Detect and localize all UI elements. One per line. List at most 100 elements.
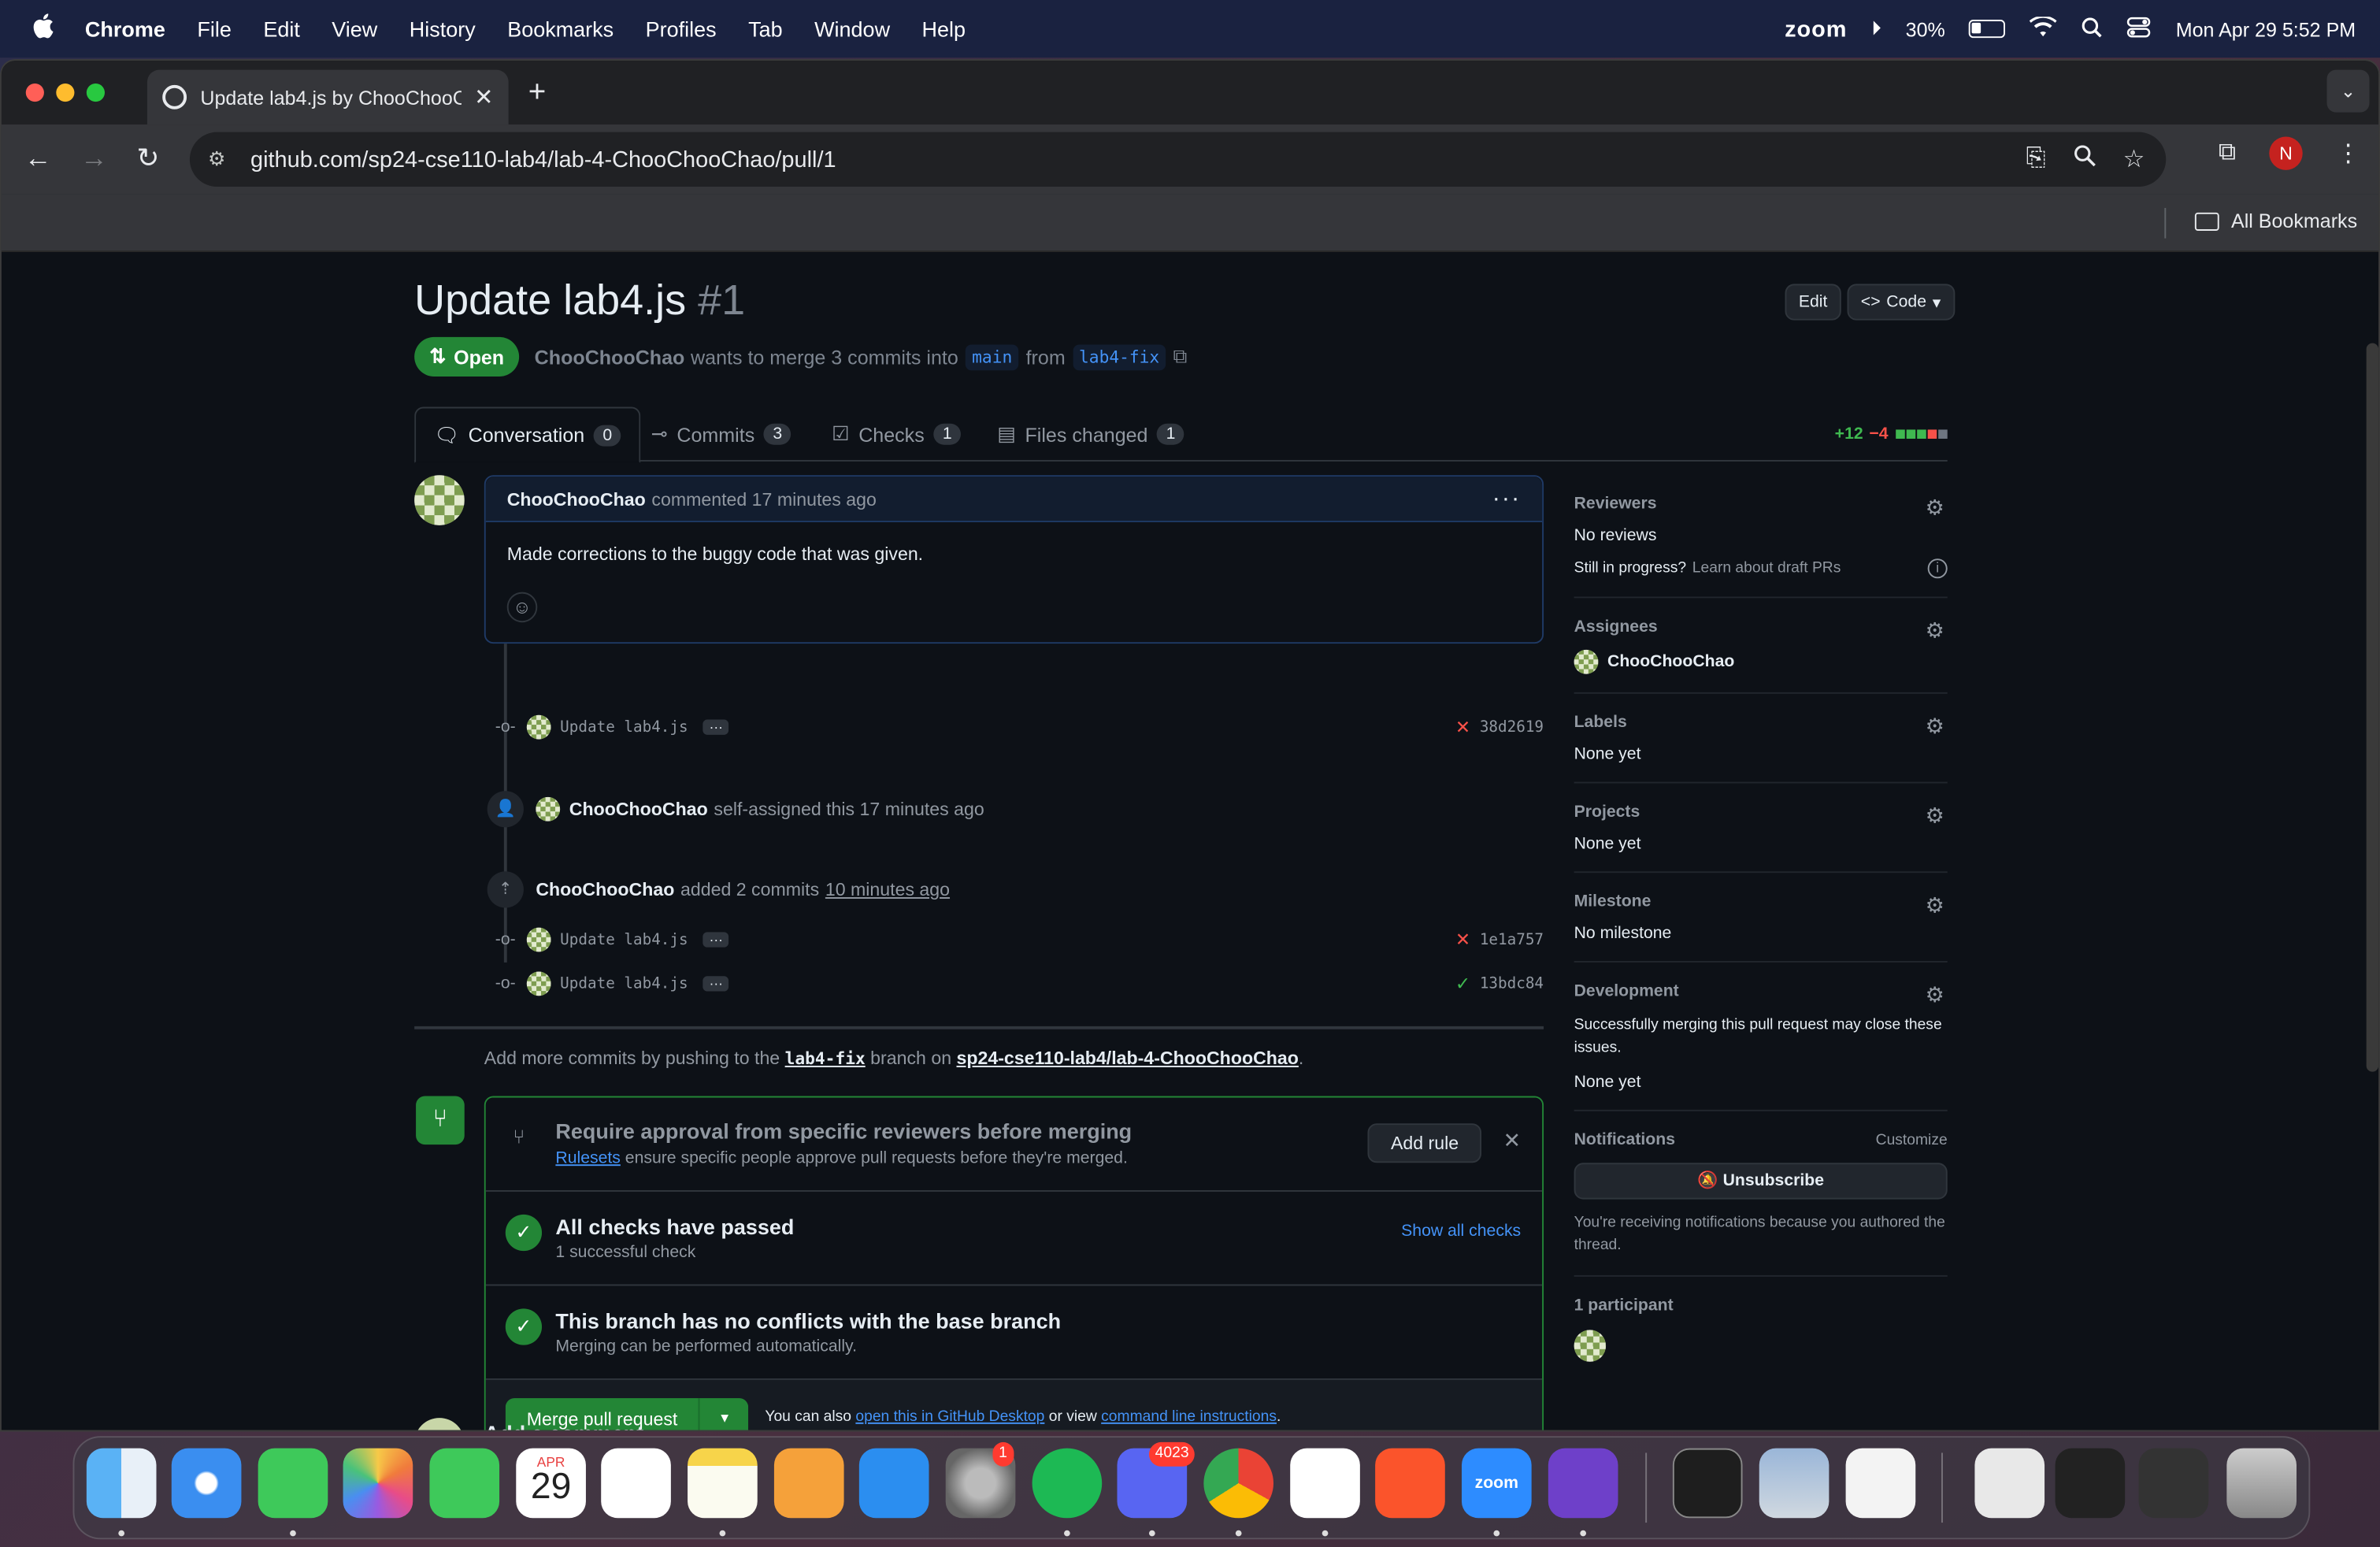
terminal-icon[interactable] — [1672, 1448, 1743, 1519]
copy-icon[interactable]: ⧉ — [1173, 344, 1188, 369]
commit-message[interactable]: Update lab4.js — [560, 975, 688, 992]
calendar-icon[interactable]: APR 29 — [516, 1448, 586, 1519]
gear-icon[interactable]: ⚙ — [1926, 714, 1944, 740]
new-tab-button[interactable]: + — [528, 76, 547, 110]
menu-profiles[interactable]: Profiles — [646, 17, 717, 41]
gear-icon[interactable]: ⚙ — [1926, 803, 1944, 829]
commit-avatar[interactable] — [526, 927, 551, 952]
apple-menu-icon[interactable] — [31, 11, 58, 46]
extensions-puzzle-icon[interactable]: ⧉ — [2219, 139, 2236, 167]
battery-icon[interactable] — [1969, 20, 2006, 39]
bookmark-star-icon[interactable]: ☆ — [2123, 144, 2145, 175]
info-icon[interactable]: i — [1927, 558, 1948, 579]
github-desktop-icon[interactable] — [1548, 1448, 1618, 1519]
trash-icon[interactable] — [2226, 1448, 2297, 1519]
comment-meta[interactable]: commented 17 minutes ago — [651, 488, 876, 510]
push-branch[interactable]: lab4-fix — [785, 1049, 866, 1069]
control-center-icon[interactable] — [2127, 16, 2152, 42]
forward-arrow-icon[interactable]: → — [80, 143, 108, 174]
menu-window[interactable]: Window — [814, 17, 890, 41]
commit-message[interactable]: Update lab4.js — [560, 931, 688, 948]
safari-icon[interactable] — [171, 1448, 242, 1519]
expand-commit-button[interactable]: ··· — [703, 976, 729, 992]
preview-icon[interactable] — [1759, 1448, 1829, 1519]
wifi-icon[interactable] — [2030, 14, 2058, 42]
commit-sha[interactable]: 13bdc84 — [1480, 975, 1544, 992]
show-all-checks-link[interactable]: Show all checks — [1401, 1222, 1521, 1240]
zoom-app-icon[interactable]: zoom — [1461, 1448, 1532, 1519]
menu-edit[interactable]: Edit — [263, 17, 299, 41]
address-bar[interactable]: ⚙ github.com/sp24-cse110-lab4/lab-4-Choo… — [189, 132, 2167, 187]
tab-checks[interactable]: ☑ Checks 1 — [814, 407, 979, 462]
page-scrollbar[interactable] — [2366, 343, 2379, 1072]
check-pass-icon[interactable]: ✓ — [1455, 973, 1470, 994]
tab-files-changed[interactable]: ▤ Files changed 1 — [979, 407, 1203, 462]
expand-commit-button[interactable]: ··· — [703, 719, 729, 735]
chrome-menu-icon[interactable]: ⋮ — [2336, 138, 2360, 169]
gear-icon[interactable]: ⚙ — [1926, 495, 1944, 521]
commit-sha[interactable]: 1e1a757 — [1480, 931, 1544, 948]
x-fail-icon[interactable]: ✕ — [1455, 717, 1470, 738]
x-fail-icon[interactable]: ✕ — [1455, 929, 1470, 951]
current-user-avatar[interactable] — [414, 1418, 465, 1430]
code-dropdown-button[interactable]: <> Code ▾ — [1847, 284, 1955, 321]
spotlight-search-icon[interactable] — [2082, 16, 2103, 42]
browser-tab-active[interactable]: Update lab4.js by ChooChooC ✕ — [146, 69, 509, 125]
reviewers-heading[interactable]: Reviewers — [1574, 495, 1948, 513]
textedit-icon[interactable] — [1845, 1448, 1916, 1519]
push-repo-link[interactable]: sp24-cse110-lab4/lab-4-ChooChooChao — [957, 1048, 1299, 1069]
notes-icon[interactable] — [688, 1448, 758, 1519]
milestone-heading[interactable]: Milestone — [1574, 892, 1948, 911]
app-store-icon[interactable] — [858, 1448, 929, 1519]
added-actor[interactable]: ChooChooChao — [536, 879, 674, 900]
projects-heading[interactable]: Projects — [1574, 803, 1948, 822]
chrome-icon[interactable] — [1203, 1448, 1274, 1519]
gear-icon[interactable]: ⚙ — [1926, 892, 1944, 918]
spotify-icon[interactable] — [1032, 1448, 1103, 1519]
zoom-window-button[interactable] — [86, 83, 105, 102]
zoom-status-item[interactable]: zoom — [1785, 16, 1847, 42]
draft-prs-link[interactable]: Learn about draft PRs — [1692, 560, 1841, 577]
menu-chrome[interactable]: Chrome — [85, 17, 165, 41]
development-heading[interactable]: Development — [1574, 982, 1948, 1000]
labels-heading[interactable]: Labels — [1574, 714, 1948, 732]
commit-avatar[interactable] — [526, 971, 551, 996]
finder-icon[interactable] — [86, 1448, 157, 1519]
vscode-icon[interactable] — [1290, 1448, 1360, 1519]
pages-icon[interactable] — [773, 1448, 844, 1519]
tab-conversation[interactable]: 🗨 Conversation 0 — [414, 406, 641, 463]
messages-icon[interactable] — [258, 1448, 328, 1519]
commit-sha[interactable]: 38d2619 — [1480, 719, 1544, 736]
menu-file[interactable]: File — [197, 17, 231, 41]
minimized-window-chrome[interactable] — [2138, 1448, 2209, 1519]
profile-avatar[interactable]: N — [2269, 136, 2303, 170]
unsubscribe-button[interactable]: 🔕 Unsubscribe — [1574, 1163, 1948, 1200]
comment-author[interactable]: ChooChooChao — [507, 488, 646, 510]
menu-view[interactable]: View — [332, 17, 377, 41]
commit-message[interactable]: Update lab4.js — [560, 719, 688, 736]
participant-avatar[interactable] — [1574, 1330, 1607, 1362]
customize-link[interactable]: Customize — [1876, 1133, 1948, 1149]
head-branch[interactable]: lab4-fix — [1073, 343, 1166, 370]
url-text[interactable]: github.com/sp24-cse110-lab4/lab-4-ChooCh… — [250, 147, 836, 173]
menu-tab[interactable]: Tab — [748, 17, 783, 41]
pr-author-link[interactable]: ChooChooChao — [535, 345, 685, 368]
gear-icon[interactable]: ⚙ — [1926, 982, 1944, 1008]
menu-bookmarks[interactable]: Bookmarks — [507, 17, 614, 41]
brave-icon[interactable] — [1375, 1448, 1445, 1519]
assignee-entry[interactable]: ChooChooChao — [1574, 649, 1948, 674]
author-avatar[interactable] — [414, 475, 465, 525]
edit-title-button[interactable]: Edit — [1785, 284, 1841, 321]
gear-icon[interactable]: ⚙ — [1926, 618, 1944, 644]
reload-icon[interactable]: ↻ — [136, 143, 159, 174]
kebab-menu-icon[interactable]: ··· — [1492, 485, 1522, 513]
added-time[interactable]: 10 minutes ago — [825, 879, 950, 900]
tab-search-chevron-icon[interactable]: ⌄ — [2326, 69, 2370, 113]
tab-commits[interactable]: ⊸ Commits 3 — [633, 407, 810, 462]
assignee-avatar[interactable] — [536, 796, 561, 822]
facetime-icon[interactable] — [429, 1448, 500, 1519]
base-branch[interactable]: main — [966, 343, 1018, 370]
site-settings-icon[interactable]: ⚙ — [208, 147, 232, 172]
minimize-window-button[interactable] — [56, 83, 75, 102]
dismiss-close-icon[interactable]: ✕ — [1503, 1128, 1522, 1154]
